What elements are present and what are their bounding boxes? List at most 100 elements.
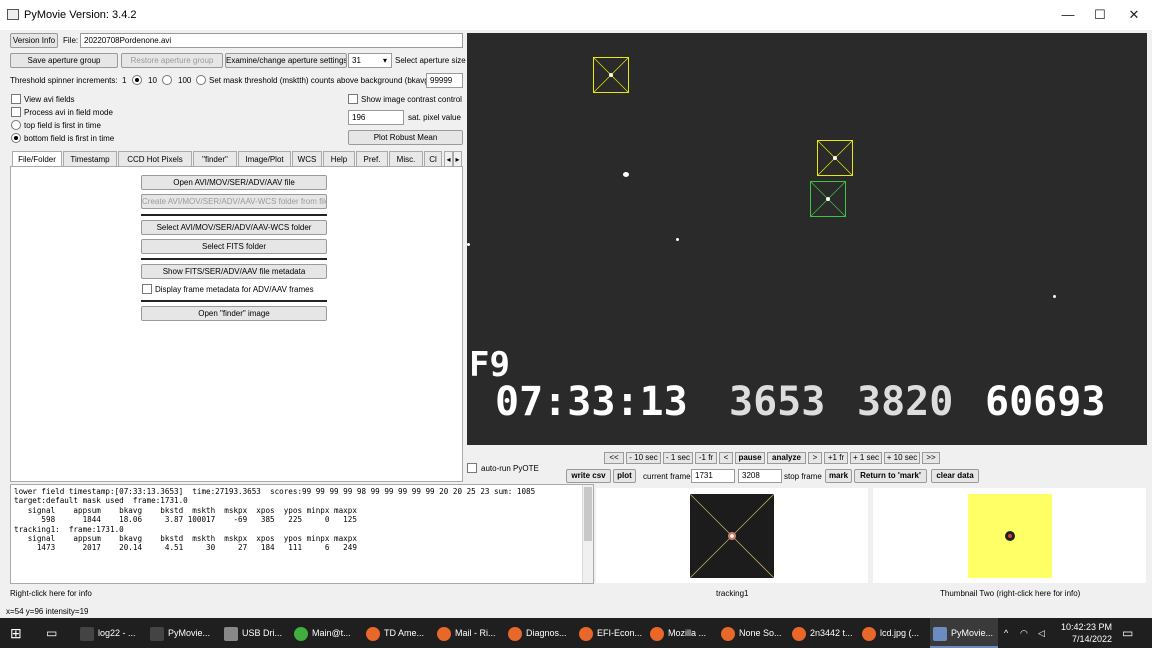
taskbar-item[interactable]: Main@t... [294, 618, 360, 648]
maximize-button[interactable]: ☐ [1090, 6, 1110, 24]
taskbar-item[interactable]: EFI-Econ... [579, 618, 645, 648]
clear-data-button[interactable]: clear data [931, 469, 979, 483]
bottom-field-first-radio[interactable] [11, 133, 21, 143]
thumbnail-two-label[interactable]: Thumbnail Two (right-click here for info… [940, 589, 1080, 599]
taskbar-item[interactable]: Mozilla ... [650, 618, 716, 648]
tab-pref[interactable]: Pref. [356, 151, 388, 167]
current-frame-label: current frame [643, 472, 691, 481]
version-info-button[interactable]: Version Info [10, 33, 58, 48]
forward-1sec-button[interactable]: + 1 sec [850, 452, 882, 464]
radio-10[interactable] [162, 75, 172, 85]
select-fits-folder-button[interactable]: Select FITS folder [141, 239, 327, 254]
log-line: signal appsum bkavg bkstd mskth mskpx xp… [14, 505, 357, 515]
examine-aperture-button[interactable]: Examine/change aperture settings [225, 53, 347, 68]
aperture-green-tracking[interactable] [810, 181, 846, 217]
step-forward-button[interactable]: > [808, 452, 822, 464]
write-csv-button[interactable]: write csv [566, 469, 611, 483]
tab-finder[interactable]: "finder" [193, 151, 237, 167]
wifi-icon[interactable]: ◠ [1020, 618, 1034, 648]
log-scrollbar[interactable] [582, 485, 593, 583]
log-line: lower field timestamp:[07:33:13.3653] ti… [14, 487, 536, 496]
bottom-field-first-label: bottom field is first in time [24, 134, 115, 143]
analyze-button[interactable]: analyze [767, 452, 806, 464]
show-contrast-checkbox[interactable] [348, 94, 358, 104]
mark-button[interactable]: mark [825, 469, 852, 483]
taskbar-item[interactable]: 2n3442 t... [792, 618, 858, 648]
back-10sec-button[interactable]: - 10 sec [626, 452, 661, 464]
tray-chevron-icon[interactable]: ^ [1004, 618, 1016, 648]
log-line: target:default mask used frame:1731.0 [14, 496, 188, 506]
console-icon [80, 626, 94, 641]
taskbar-item[interactable]: Mail - Ri... [437, 618, 503, 648]
open-avi-button[interactable]: Open AVI/MOV/SER/ADV/AAV file [141, 175, 327, 190]
thumbnail-two-image [968, 494, 1052, 578]
taskbar-item-active[interactable]: PyMovie... [930, 618, 998, 648]
windows-start-icon[interactable]: ⊞ [10, 618, 30, 648]
pause-button[interactable]: pause [735, 452, 765, 464]
volume-icon[interactable]: ◁ [1038, 618, 1052, 648]
radio-1[interactable] [132, 75, 142, 85]
taskbar-item[interactable]: None So... [721, 618, 787, 648]
forward-1fr-button[interactable]: +1 fr [824, 452, 848, 464]
auto-run-pyote-label: auto-run PyOTE [481, 464, 539, 473]
tab-misc[interactable]: Misc. [389, 151, 423, 167]
taskbar-item[interactable]: TD Ame... [366, 618, 432, 648]
taskbar-item[interactable]: USB Dri... [224, 618, 290, 648]
create-wcs-folder-button[interactable]: Create AVI/MOV/SER/ADV/AAV-WCS folder fr… [141, 194, 327, 209]
taskbar-item[interactable]: log22 - ... [80, 618, 146, 648]
clock[interactable]: 10:42:23 PM 7/14/2022 [1058, 618, 1112, 648]
tab-timestamp[interactable]: Timestamp [63, 151, 117, 167]
aperture-size-select[interactable]: 31 ▾ [348, 53, 392, 68]
taskbar-item[interactable]: Diagnos... [508, 618, 574, 648]
process-field-mode-checkbox[interactable] [11, 107, 21, 117]
restore-aperture-group-button[interactable]: Restore aperture group [121, 53, 223, 68]
tab-help[interactable]: Help [323, 151, 355, 167]
minimize-button[interactable]: — [1058, 6, 1078, 24]
thumbnail-two-pane[interactable] [873, 488, 1146, 583]
forward-10sec-button[interactable]: + 10 sec [884, 452, 920, 464]
notification-icon[interactable]: ▭ [1122, 618, 1140, 648]
task-view-icon[interactable]: ▭ [46, 618, 66, 648]
radio-100[interactable] [196, 75, 206, 85]
last-frame-button[interactable]: >> [922, 452, 940, 464]
plot-robust-mean-button[interactable]: Plot Robust Mean [348, 130, 463, 145]
mask-threshold-spinner[interactable]: 99999 [426, 73, 463, 88]
view-avi-fields-checkbox[interactable] [11, 94, 21, 104]
tab-image-plot[interactable]: Image/Plot [238, 151, 291, 167]
tab-scroll-left-icon[interactable]: ◂ [444, 151, 453, 167]
right-click-info-label[interactable]: Right-click here for info [10, 589, 92, 599]
open-finder-image-button[interactable]: Open "finder" image [141, 306, 327, 321]
back-1sec-button[interactable]: - 1 sec [663, 452, 693, 464]
tab-scroll-right-icon[interactable]: ▸ [453, 151, 462, 167]
auto-run-pyote-checkbox[interactable] [467, 463, 477, 473]
scrollbar-thumb[interactable] [584, 487, 592, 541]
back-1fr-button[interactable]: -1 fr [695, 452, 717, 464]
osd-n3: 60693 [985, 379, 1106, 425]
current-frame-field[interactable]: 1731 [691, 469, 735, 483]
return-to-mark-button[interactable]: Return to 'mark' [854, 469, 927, 483]
first-frame-button[interactable]: << [604, 452, 624, 464]
taskbar-item[interactable]: PyMovie... [150, 618, 216, 648]
top-field-first-radio[interactable] [11, 120, 21, 130]
aperture-yellow-1[interactable] [593, 57, 629, 93]
step-back-button[interactable]: < [719, 452, 733, 464]
show-metadata-button[interactable]: Show FITS/SER/ADV/AAV file metadata [141, 264, 327, 279]
file-field[interactable]: 20220708Pordenone.avi [80, 33, 463, 48]
plot-button[interactable]: plot [613, 469, 636, 483]
separator [141, 300, 327, 302]
text-log[interactable]: lower field timestamp:[07:33:13.3653] ti… [10, 484, 594, 584]
aperture-yellow-2[interactable] [817, 140, 853, 176]
image-view[interactable]: F9 07:33:13 3653 3820 60693 [467, 33, 1147, 445]
stop-frame-field[interactable]: 3208 [738, 469, 782, 483]
thumbnail-one-pane[interactable] [596, 488, 868, 583]
tab-cl[interactable]: Cl [424, 151, 442, 167]
display-metadata-checkbox[interactable] [142, 284, 152, 294]
close-button[interactable]: ✕ [1124, 6, 1144, 24]
tab-ccd-hot-pixels[interactable]: CCD Hot Pixels [118, 151, 192, 167]
taskbar-item[interactable]: lcd.jpg (... [862, 618, 928, 648]
select-wcs-folder-button[interactable]: Select AVI/MOV/SER/ADV/AAV-WCS folder [141, 220, 327, 235]
sat-pixel-spinner[interactable]: 196 [348, 110, 404, 125]
console-icon [150, 626, 164, 641]
tab-wcs[interactable]: WCS [292, 151, 322, 167]
save-aperture-group-button[interactable]: Save aperture group [10, 53, 118, 68]
